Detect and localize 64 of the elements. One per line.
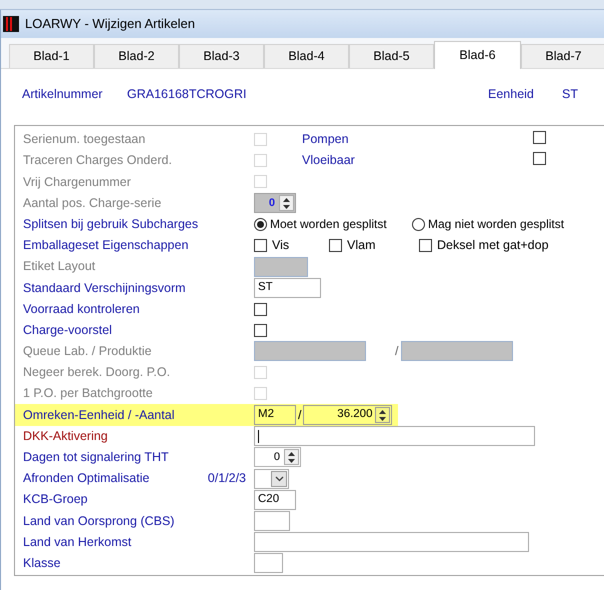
unit-label: Eenheid bbox=[488, 86, 535, 103]
checkbox[interactable] bbox=[329, 239, 342, 252]
input-field[interactable]: ST bbox=[254, 278, 321, 298]
field-label: Omreken-Eenheid / -Aantal bbox=[23, 406, 174, 424]
spin-field[interactable]: 0 bbox=[254, 447, 301, 468]
chevron-down-icon bbox=[271, 470, 287, 487]
field-label: Voorraad kontroleren bbox=[23, 300, 140, 318]
option-label: Deksel met gat+dop bbox=[437, 237, 549, 254]
separator-text: / bbox=[395, 343, 398, 360]
input-field[interactable] bbox=[254, 426, 535, 446]
option-label: Moet worden gesplitst bbox=[270, 216, 387, 234]
field-label: Negeer berek. Doorg. P.O. bbox=[23, 364, 170, 382]
field-label: Splitsen bij gebruik Subcharges bbox=[23, 216, 198, 233]
field-label: Pompen bbox=[302, 131, 350, 148]
radio-button[interactable] bbox=[412, 218, 425, 231]
spin-field[interactable]: 36.200 bbox=[303, 405, 392, 426]
field-label: Queue Lab. / Produktie bbox=[23, 343, 152, 360]
field-label: Land van Oorsprong (CBS) bbox=[23, 512, 174, 530]
input-field[interactable] bbox=[254, 510, 290, 531]
field-label: Charge-voorstel bbox=[23, 322, 112, 339]
field-label: KCB-Groep bbox=[23, 491, 88, 508]
field-label: Emballageset Eigenschappen bbox=[23, 237, 188, 254]
checkbox[interactable] bbox=[419, 239, 432, 252]
tab[interactable]: Blad-2 bbox=[94, 44, 179, 68]
window-title: LOARWY - Wijzigen Artikelen bbox=[25, 15, 196, 34]
spinner-arrows-icon[interactable] bbox=[284, 449, 299, 466]
option-label: Vlam bbox=[347, 237, 376, 254]
option-label: Vis bbox=[272, 237, 290, 254]
tab[interactable]: Blad-5 bbox=[349, 44, 434, 68]
field-label: Aantal pos. Charge-serie bbox=[23, 194, 162, 212]
unit-value: ST bbox=[562, 86, 578, 103]
separator-text: / bbox=[298, 406, 302, 424]
option-label: Mag niet worden gesplitst bbox=[428, 216, 564, 234]
tab[interactable]: Blad-4 bbox=[264, 44, 349, 68]
article-number-value: GRA16168TCROGRI bbox=[127, 86, 248, 103]
field-label: 1 P.O. per Batchgrootte bbox=[23, 385, 153, 402]
field-label: Afronden Optimalisatie bbox=[23, 470, 150, 488]
input-field[interactable]: M2 bbox=[254, 405, 296, 426]
spinner-arrows-icon[interactable] bbox=[375, 407, 390, 424]
field-label: Standaard Verschijningsvorm bbox=[23, 280, 186, 297]
tab[interactable]: Blad-3 bbox=[179, 44, 264, 68]
field-label: Vloeibaar bbox=[302, 152, 356, 170]
field-label: DKK-Aktivering bbox=[23, 428, 108, 445]
field-label: Klasse bbox=[23, 554, 61, 572]
field-label: Dagen tot signalering THT bbox=[23, 449, 169, 466]
field-label: Traceren Charges Onderd. bbox=[23, 152, 172, 170]
input-field[interactable]: C20 bbox=[254, 490, 296, 510]
checkbox[interactable] bbox=[254, 239, 267, 252]
tab[interactable]: Blad-1 bbox=[9, 44, 94, 68]
checkbox[interactable] bbox=[254, 302, 267, 316]
checkbox[interactable] bbox=[254, 324, 267, 337]
field-label: Etiket Layout bbox=[23, 258, 96, 276]
field-label: Vrij Chargenummer bbox=[23, 174, 131, 191]
app-logo-icon bbox=[3, 16, 19, 32]
text-cursor bbox=[258, 430, 259, 443]
tab[interactable]: Blad-7 bbox=[521, 44, 604, 68]
input-field[interactable] bbox=[254, 532, 529, 552]
field-label: Land van Herkomst bbox=[23, 534, 132, 551]
field-label: Serienum. toegestaan bbox=[23, 131, 146, 148]
input-field[interactable] bbox=[254, 553, 283, 574]
radio-button[interactable] bbox=[254, 218, 267, 231]
article-number-label: Artikelnummer bbox=[22, 86, 104, 103]
range-hint: 0/1/2/3 bbox=[208, 470, 246, 488]
tab[interactable]: Blad-6 bbox=[434, 41, 521, 69]
